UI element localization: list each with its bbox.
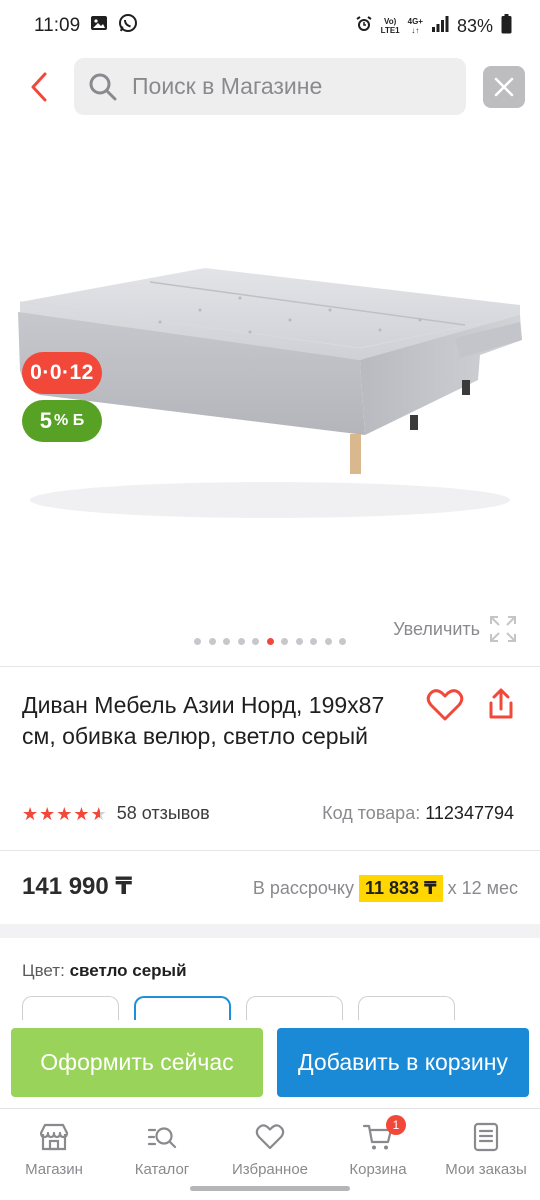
sku: Код товара: 112347794 bbox=[322, 803, 514, 824]
buy-now-button[interactable]: Оформить сейчас bbox=[11, 1028, 263, 1097]
pagination-dot[interactable] bbox=[295, 638, 303, 645]
section-separator bbox=[0, 924, 540, 938]
nav-orders[interactable]: Мои заказы bbox=[432, 1109, 540, 1200]
search-icon bbox=[89, 73, 117, 100]
rating-stars: ★ ★ ★ ★ ★ bbox=[22, 805, 107, 823]
action-bar: Оформить сейчас Добавить в корзину bbox=[0, 1020, 540, 1108]
rating-row[interactable]: ★ ★ ★ ★ ★ 58 отзывов bbox=[22, 803, 210, 824]
bonus-value: 5 bbox=[39, 408, 53, 433]
pagination-dot[interactable] bbox=[324, 638, 332, 645]
favorite-button[interactable] bbox=[426, 688, 464, 722]
half-star-icon: ★ bbox=[90, 803, 107, 824]
nav-shop[interactable]: Магазин bbox=[0, 1109, 108, 1200]
close-button[interactable] bbox=[483, 66, 525, 108]
star-icon: ★ bbox=[22, 803, 39, 824]
data-indicator: 4G+ ↓↑ bbox=[408, 17, 423, 35]
bonus-badge: 5% Б bbox=[22, 400, 102, 442]
pagination-dot[interactable] bbox=[208, 638, 216, 645]
pagination-dot[interactable] bbox=[194, 638, 201, 645]
nav-label: Каталог bbox=[134, 1161, 190, 1178]
status-bar: 11:09 Vo) LTE1 4G+ ↓↑ 83% bbox=[0, 0, 540, 52]
data-arrows: ↓↑ bbox=[411, 26, 420, 35]
volte-bottom: LTE1 bbox=[380, 26, 400, 35]
volte-top: Vo) bbox=[383, 17, 397, 26]
back-button[interactable] bbox=[22, 70, 56, 104]
alarm-icon bbox=[355, 15, 373, 38]
gallery-notification-icon bbox=[90, 14, 108, 38]
catalog-search-icon bbox=[147, 1127, 177, 1149]
color-label: Цвет: светло серый bbox=[22, 961, 187, 981]
heart-icon bbox=[255, 1124, 285, 1150]
status-right: Vo) LTE1 4G+ ↓↑ 83% bbox=[355, 13, 512, 39]
color-label-text: Цвет: bbox=[22, 961, 65, 980]
pagination-dot[interactable] bbox=[339, 638, 346, 645]
product-price: 141 990 ₸ bbox=[22, 873, 133, 900]
sku-label: Код товара: bbox=[322, 803, 421, 823]
battery-icon bbox=[501, 13, 512, 39]
nav-label: Избранное bbox=[231, 1161, 309, 1178]
pagination-dot[interactable] bbox=[310, 638, 317, 645]
orders-icon bbox=[473, 1122, 499, 1152]
whatsapp-icon bbox=[118, 13, 138, 39]
gallery-pagination[interactable] bbox=[194, 638, 346, 645]
share-button[interactable] bbox=[484, 687, 518, 721]
installment-badge: 0·0·12 bbox=[22, 352, 102, 394]
color-value: светло серый bbox=[69, 961, 187, 980]
signal-icon bbox=[431, 15, 449, 37]
status-left: 11:09 bbox=[34, 13, 138, 39]
pagination-dot[interactable] bbox=[237, 638, 245, 645]
shop-icon bbox=[39, 1123, 69, 1151]
product-gallery[interactable]: 0·0·12 5% Б Увеличить bbox=[0, 120, 540, 665]
reviews-link[interactable]: 58 отзывов bbox=[117, 803, 210, 824]
home-indicator[interactable] bbox=[190, 1186, 350, 1191]
heart-icon bbox=[426, 689, 464, 721]
close-icon bbox=[494, 77, 514, 97]
add-to-cart-button[interactable]: Добавить в корзину bbox=[277, 1028, 529, 1097]
data-type: 4G+ bbox=[407, 17, 423, 26]
zoom-button[interactable]: Увеличить bbox=[393, 614, 518, 644]
chevron-left-icon bbox=[31, 72, 47, 102]
bonus-suffix: % Б bbox=[54, 412, 85, 429]
nav-label: Магазин bbox=[25, 1161, 83, 1178]
search-input[interactable] bbox=[132, 73, 432, 100]
credit-monthly: 11 833 ₸ bbox=[358, 875, 443, 902]
product-title: Диван Мебель Азии Норд, 199x87 см, обивк… bbox=[22, 692, 385, 749]
volte-indicator: Vo) LTE1 bbox=[381, 17, 400, 35]
share-icon bbox=[489, 688, 513, 719]
expand-icon bbox=[490, 616, 516, 642]
nav-label: Мои заказы bbox=[445, 1161, 527, 1178]
credit-term: х 12 мес bbox=[447, 878, 518, 898]
star-icon: ★ bbox=[39, 803, 56, 824]
divider bbox=[0, 850, 540, 851]
pagination-dot-active[interactable] bbox=[266, 638, 274, 645]
pagination-dot[interactable] bbox=[252, 638, 259, 645]
star-icon: ★ bbox=[73, 803, 90, 824]
pagination-dot[interactable] bbox=[223, 638, 230, 645]
installment-info[interactable]: В рассрочку 11 833 ₸ х 12 мес bbox=[253, 875, 518, 902]
zoom-label: Увеличить bbox=[393, 618, 480, 639]
sku-value: 112347794 bbox=[425, 803, 514, 823]
nav-label: Корзина bbox=[349, 1161, 407, 1178]
battery-percent: 83% bbox=[456, 15, 493, 36]
credit-label: В рассрочку bbox=[252, 878, 354, 898]
cart-count-badge: 1 bbox=[386, 1115, 406, 1135]
top-bar bbox=[0, 58, 540, 116]
status-time: 11:09 bbox=[34, 15, 81, 36]
star-icon: ★ bbox=[56, 803, 73, 824]
search-box[interactable] bbox=[74, 58, 466, 115]
divider bbox=[0, 666, 540, 667]
pagination-dot[interactable] bbox=[281, 638, 288, 645]
